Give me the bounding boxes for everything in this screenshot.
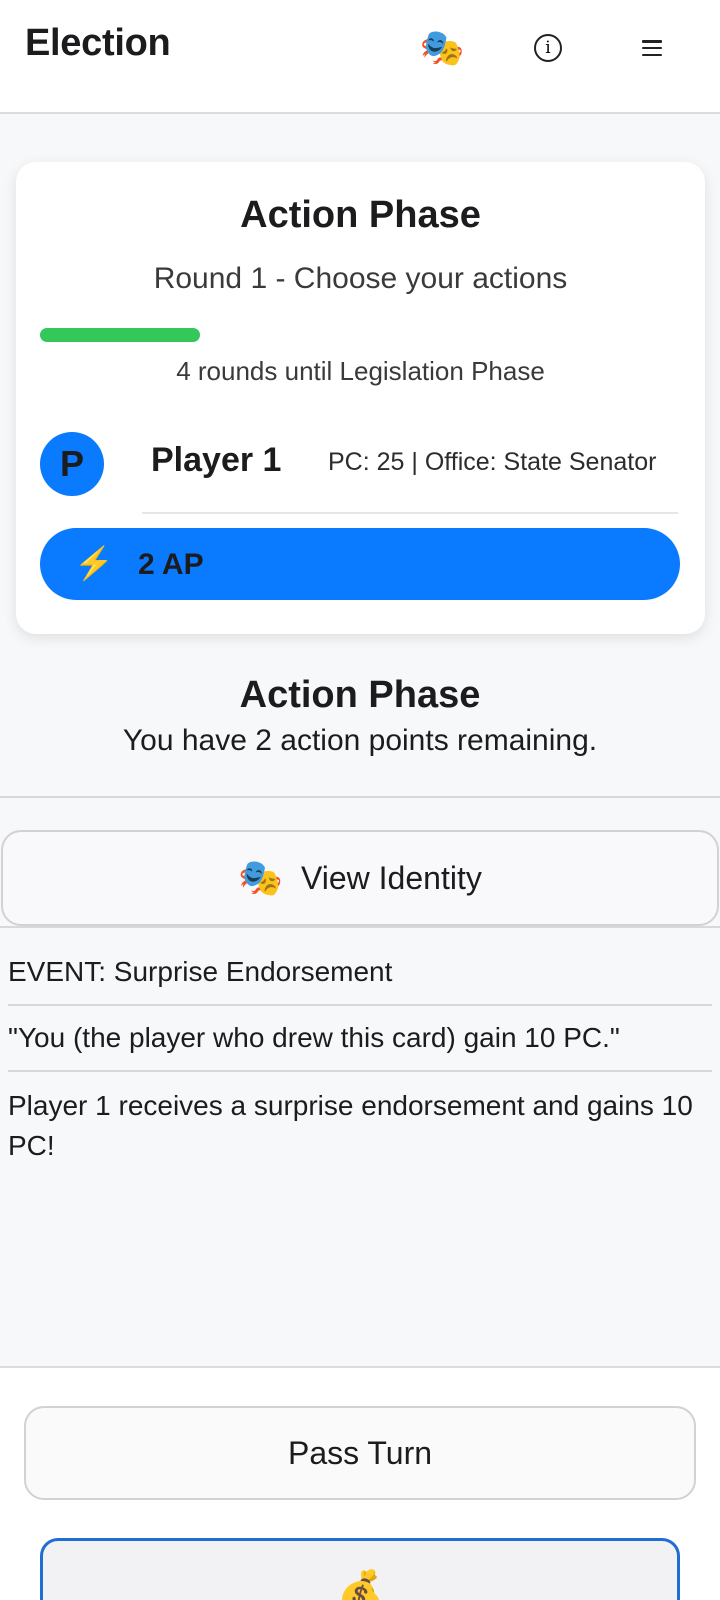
- action-points-bar[interactable]: ⚡ 2 AP: [40, 528, 680, 600]
- menu-button[interactable]: [624, 20, 680, 76]
- fundraise-action-card[interactable]: 💰: [40, 1538, 680, 1600]
- player-avatar: P: [40, 432, 104, 496]
- app-header: Election 🎭 i: [0, 0, 720, 114]
- phase-card-title: Action Phase: [240, 194, 481, 236]
- action-points-label: 2 AP: [138, 548, 204, 581]
- rounds-until-note: 4 rounds until Legislation Phase: [176, 356, 545, 386]
- info-icon: i: [534, 34, 562, 62]
- theater-masks-icon: 🎭: [419, 27, 465, 68]
- identity-icon-button[interactable]: 🎭: [414, 20, 470, 76]
- menu-icon: [642, 40, 662, 56]
- view-identity-label: View Identity: [300, 859, 482, 896]
- section-divider: [0, 796, 720, 798]
- money-bag-icon: 💰: [337, 1570, 385, 1600]
- event-result: Player 1 receives a surprise endorsement…: [8, 1090, 693, 1161]
- event-divider: [8, 1004, 712, 1006]
- player-stats: PC: 25 | Office: State Senator: [328, 448, 657, 476]
- action-footer: Pass Turn 💰: [0, 1366, 720, 1600]
- current-player-row: P Player 1 PC: 25 | Office: State Senato…: [40, 432, 680, 514]
- lightning-bolt-icon: ⚡: [74, 545, 114, 581]
- phase-progress-bar: [40, 328, 680, 342]
- phase-card-subtitle: Round 1 - Choose your actions: [153, 262, 568, 295]
- theater-masks-icon: 🎭: [238, 857, 283, 898]
- phase-progress-fill: [40, 328, 200, 342]
- section-divider: [0, 926, 720, 928]
- app-title: Election: [25, 22, 171, 64]
- phase-description: You have 2 action points remaining.: [122, 724, 598, 757]
- player-name: Player 1: [151, 441, 282, 479]
- phase-card: Action Phase Round 1 - Choose your actio…: [16, 162, 705, 634]
- event-card-text: "You (the player who drew this card) gai…: [8, 1022, 620, 1053]
- view-identity-button[interactable]: 🎭 View Identity: [1, 830, 719, 926]
- info-button[interactable]: i: [520, 20, 576, 76]
- phase-heading: Action Phase: [239, 674, 481, 716]
- player-divider: [142, 512, 678, 514]
- pass-turn-button[interactable]: Pass Turn: [24, 1406, 696, 1500]
- event-divider: [8, 1070, 712, 1072]
- event-title: EVENT: Surprise Endorsement: [8, 956, 393, 987]
- app-root: Election 🎭 i Action Phase Round 1 - Choo…: [0, 0, 720, 1600]
